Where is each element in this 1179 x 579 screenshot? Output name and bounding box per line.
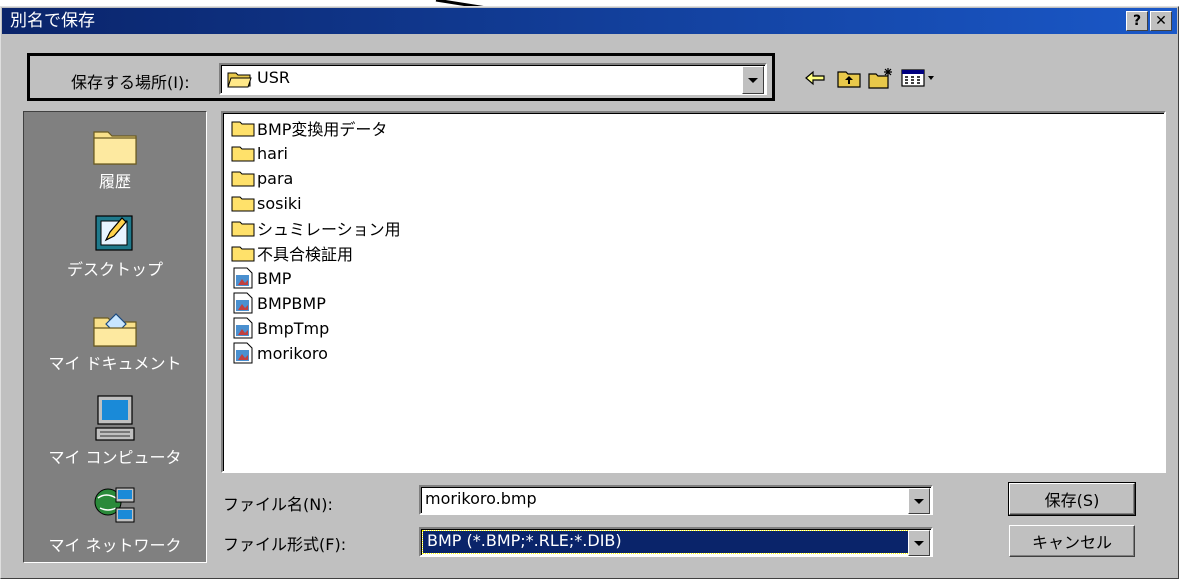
up-one-level-icon [837, 71, 861, 88]
file-name: BMP [257, 268, 292, 288]
file-list[interactable]: BMP変換用データ hari para sosiki シュミレーション用 不具合… [221, 111, 1166, 473]
views-menu-icon [901, 69, 934, 87]
help-icon: ? [1132, 13, 1142, 29]
filetype-value: BMP (*.BMP;*.RLE;*.DIB) [427, 531, 622, 550]
list-item[interactable]: BMP変換用データ [231, 117, 387, 139]
filetype-label: ファイル形式(F): [223, 535, 347, 554]
place-my-computer[interactable]: マイ コンピュータ [24, 394, 206, 468]
filename-label: ファイル名(N): [223, 495, 333, 514]
save-as-dialog: 別名で保存 ? ✕ 保存する場所(I): USR 履歴 デスクトップ マイ ドキ… [0, 6, 1179, 579]
bitmap-file-icon [233, 267, 253, 289]
cancel-button[interactable]: キャンセル [1009, 525, 1135, 557]
filename-dropdown-button[interactable] [908, 488, 930, 514]
folder-icon [231, 146, 255, 162]
place-label: マイ ネットワーク [48, 536, 182, 555]
file-name: BMPBMP [257, 293, 326, 313]
file-name: para [257, 168, 294, 188]
place-history[interactable]: 履歴 [24, 126, 206, 192]
filetype-dropdown-button[interactable] [908, 530, 930, 556]
help-button[interactable]: ? [1126, 11, 1148, 31]
close-icon: ✕ [1155, 13, 1167, 29]
place-desktop[interactable]: デスクトップ [24, 210, 206, 280]
my-network-icon [94, 487, 135, 523]
file-name: hari [257, 143, 288, 163]
bitmap-file-icon [233, 342, 253, 364]
bitmap-file-icon [233, 292, 253, 314]
folder-icon [231, 246, 255, 262]
file-name: シュミレーション用 [257, 220, 401, 239]
up-one-level-button[interactable] [835, 65, 863, 91]
my-computer-icon [95, 395, 135, 441]
folder-icon [231, 171, 255, 187]
file-name: sosiki [257, 193, 302, 213]
save-button[interactable]: 保存(S) [1008, 482, 1136, 516]
place-label: マイ ドキュメント [48, 354, 182, 373]
save-button-label: 保存(S) [1044, 491, 1100, 510]
list-item[interactable]: BMPBMP [231, 292, 326, 314]
my-documents-icon [93, 313, 137, 347]
list-item[interactable]: BMP [231, 267, 291, 289]
place-my-network[interactable]: マイ ネットワーク [24, 484, 206, 556]
file-name: 不具合検証用 [257, 245, 354, 264]
title-bar: 別名で保存 ? ✕ [2, 8, 1177, 34]
back-arrow-icon [805, 70, 825, 86]
list-item[interactable]: シュミレーション用 [231, 217, 401, 239]
list-item[interactable]: 不具合検証用 [231, 242, 353, 264]
views-menu-button[interactable] [899, 65, 939, 91]
history-folder-icon [93, 131, 137, 165]
desktop-icon [95, 215, 133, 251]
place-label: マイ コンピュータ [48, 448, 182, 467]
place-my-documents[interactable]: マイ ドキュメント [24, 310, 206, 374]
cancel-button-label: キャンセル [1031, 533, 1112, 552]
new-folder-button[interactable] [867, 65, 895, 91]
back-button[interactable] [801, 65, 829, 91]
file-name: BmpTmp [257, 318, 330, 338]
chevron-down-icon [914, 498, 924, 504]
file-name: BMP変換用データ [257, 120, 388, 139]
location-highlight-frame [27, 53, 775, 101]
chevron-down-icon [914, 540, 924, 546]
list-item[interactable]: BmpTmp [231, 317, 329, 339]
folder-icon [231, 121, 255, 137]
place-label: 履歴 [98, 172, 131, 191]
close-button[interactable]: ✕ [1150, 11, 1172, 31]
filename-input[interactable]: morikoro.bmp [419, 485, 933, 515]
folder-icon [231, 221, 255, 237]
window-title: 別名で保存 [10, 11, 95, 31]
file-name: morikoro [257, 343, 328, 363]
places-bar: 履歴 デスクトップ マイ ドキュメント マイ コンピュータ マイ ネットワーク [23, 111, 207, 563]
list-item[interactable]: para [231, 167, 293, 189]
list-item[interactable]: sosiki [231, 192, 302, 214]
list-item[interactable]: morikoro [231, 342, 328, 364]
bitmap-file-icon [233, 317, 253, 339]
filetype-dropdown[interactable]: BMP (*.BMP;*.RLE;*.DIB) [419, 527, 933, 557]
place-label: デスクトップ [66, 260, 163, 279]
list-item[interactable]: hari [231, 142, 288, 164]
new-folder-icon [868, 68, 892, 89]
folder-icon [231, 196, 255, 212]
filename-value: morikoro.bmp [425, 489, 537, 508]
